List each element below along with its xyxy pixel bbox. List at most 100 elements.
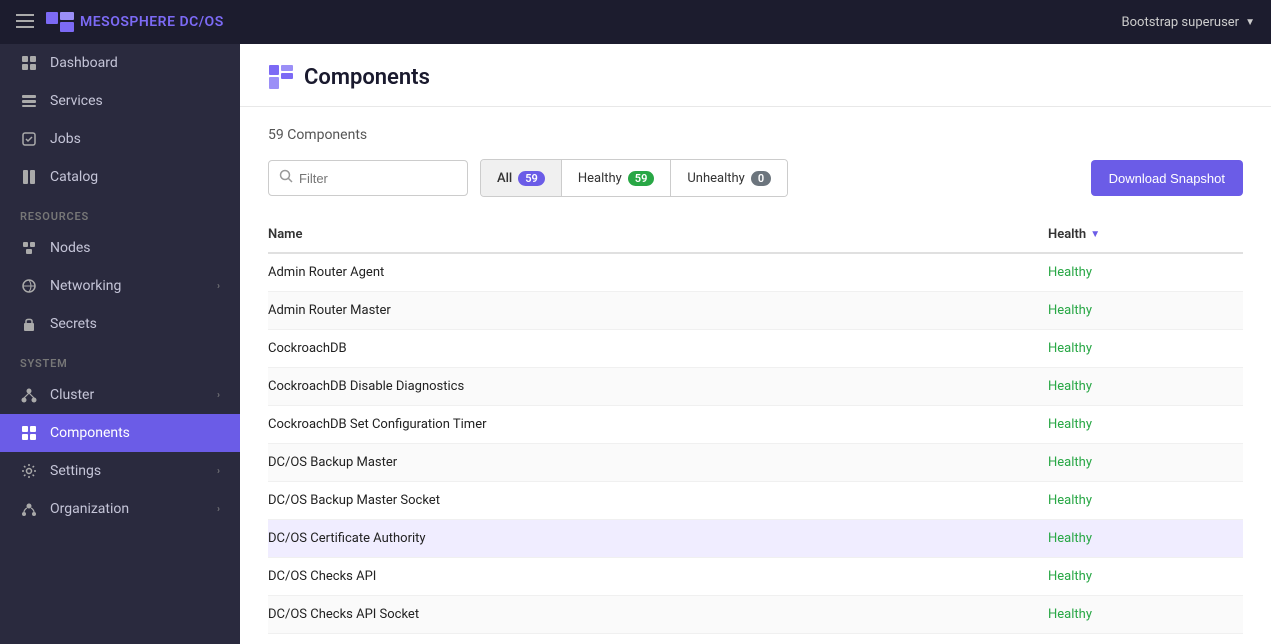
sidebar-item-dashboard[interactable]: Dashboard [0, 44, 240, 82]
component-name: CockroachDB Set Configuration Timer [268, 406, 1048, 444]
component-name: Admin Router Master [268, 292, 1048, 330]
sidebar-item-jobs[interactable]: Jobs [0, 120, 240, 158]
organization-chevron: › [217, 504, 220, 515]
table-row[interactable]: DC/OS Certificate Authority Healthy [268, 520, 1243, 558]
sidebar-item-services[interactable]: Services [0, 82, 240, 120]
filter-tabs: All 59 Healthy 59 Unhealthy 0 [480, 159, 788, 197]
services-icon [20, 92, 38, 110]
page-header: Components [240, 44, 1271, 107]
catalog-icon [20, 168, 38, 186]
table-row[interactable]: DC/OS Checks API Healthy [268, 558, 1243, 596]
settings-label: Settings [50, 463, 101, 479]
settings-icon [20, 462, 38, 480]
component-health: Healthy [1048, 482, 1243, 520]
organization-label: Organization [50, 501, 129, 517]
component-health: Healthy [1048, 634, 1243, 644]
component-health: Healthy [1048, 406, 1243, 444]
networking-label: Networking [50, 278, 121, 294]
organization-icon [20, 500, 38, 518]
table-row[interactable]: DC/OS Backup Master Healthy [268, 444, 1243, 482]
component-name: DC/OS Backup Master Socket [268, 482, 1048, 520]
sidebar-item-organization[interactable]: Organization › [0, 490, 240, 528]
table-row[interactable]: Admin Router Agent Healthy [268, 253, 1243, 292]
tab-healthy-count: 59 [628, 171, 655, 186]
col-header-health[interactable]: Health ▼ [1048, 217, 1243, 253]
component-health: Healthy [1048, 444, 1243, 482]
tab-unhealthy-label: Unhealthy [687, 171, 744, 186]
tab-healthy-label: Healthy [578, 171, 622, 186]
table-row[interactable]: DC/OS Checks API Socket Healthy [268, 596, 1243, 634]
sidebar-item-settings[interactable]: Settings › [0, 452, 240, 490]
layout: Dashboard Services Jobs [0, 44, 1271, 644]
tab-unhealthy-count: 0 [751, 171, 771, 186]
sidebar: Dashboard Services Jobs [0, 44, 240, 644]
content-area: 59 Components All 59 [240, 107, 1271, 644]
component-name: DC/OS Backup Master [268, 444, 1048, 482]
table-body: Admin Router Agent Healthy Admin Router … [268, 253, 1243, 644]
component-name: Admin Router Agent [268, 253, 1048, 292]
table-row[interactable]: CockroachDB Healthy [268, 330, 1243, 368]
cluster-label: Cluster [50, 387, 94, 403]
sidebar-item-cluster[interactable]: Cluster › [0, 376, 240, 414]
tab-all-label: All [497, 171, 512, 186]
table-row[interactable]: DC/OS Checks Timer Healthy [268, 634, 1243, 644]
user-menu-chevron: ▼ [1245, 17, 1255, 28]
table-head: Name Health ▼ [268, 217, 1243, 253]
cluster-chevron: › [217, 390, 220, 401]
col-header-name: Name [268, 217, 1048, 253]
tab-unhealthy[interactable]: Unhealthy 0 [671, 160, 787, 196]
username-label: Bootstrap superuser [1122, 15, 1240, 30]
component-name: DC/OS Checks API Socket [268, 596, 1048, 634]
component-health: Healthy [1048, 520, 1243, 558]
menu-icon[interactable] [16, 12, 34, 33]
nodes-label: Nodes [50, 240, 91, 256]
component-name: DC/OS Checks API [268, 558, 1048, 596]
components-table: Name Health ▼ Admin Router Agent Healthy [268, 217, 1243, 644]
components-icon [20, 424, 38, 442]
dashboard-icon [20, 54, 38, 72]
tab-healthy[interactable]: Healthy 59 [562, 160, 672, 196]
component-health: Healthy [1048, 596, 1243, 634]
component-health: Healthy [1048, 558, 1243, 596]
user-menu[interactable]: Bootstrap superuser ▼ [1122, 15, 1255, 30]
jobs-icon [20, 130, 38, 148]
tab-all-count: 59 [518, 171, 545, 186]
search-box[interactable] [268, 160, 468, 196]
components-page-icon [268, 64, 294, 90]
secrets-icon [20, 315, 38, 333]
catalog-label: Catalog [50, 169, 98, 185]
nodes-icon [20, 239, 38, 257]
sidebar-item-catalog[interactable]: Catalog [0, 158, 240, 196]
system-section-label: System [0, 343, 240, 376]
table-row[interactable]: DC/OS Backup Master Socket Healthy [268, 482, 1243, 520]
jobs-label: Jobs [50, 131, 81, 147]
download-snapshot-button[interactable]: Download Snapshot [1091, 160, 1243, 196]
tab-all[interactable]: All 59 [481, 160, 562, 196]
logo-icon [46, 12, 74, 32]
search-input[interactable] [299, 171, 457, 186]
sidebar-item-nodes[interactable]: Nodes [0, 229, 240, 267]
component-name: DC/OS Certificate Authority [268, 520, 1048, 558]
secrets-label: Secrets [50, 316, 97, 332]
filter-bar: All 59 Healthy 59 Unhealthy 0 Download S… [268, 159, 1243, 197]
search-icon [279, 169, 293, 187]
component-health: Healthy [1048, 368, 1243, 406]
sidebar-item-networking[interactable]: Networking › [0, 267, 240, 305]
services-label: Services [50, 93, 103, 109]
health-sort-icon: ▼ [1090, 229, 1100, 240]
resources-section-label: Resources [0, 196, 240, 229]
sidebar-item-components[interactable]: Components [0, 414, 240, 452]
table-row[interactable]: CockroachDB Disable Diagnostics Healthy [268, 368, 1243, 406]
table-row[interactable]: Admin Router Master Healthy [268, 292, 1243, 330]
table-row[interactable]: CockroachDB Set Configuration Timer Heal… [268, 406, 1243, 444]
main-content: Components 59 Components A [240, 44, 1271, 644]
components-label: Components [50, 425, 130, 441]
networking-chevron: › [217, 281, 220, 292]
sidebar-item-secrets[interactable]: Secrets [0, 305, 240, 343]
settings-chevron: › [217, 466, 220, 477]
networking-icon [20, 277, 38, 295]
topbar-left: MESOSPHERE DC/OS [16, 12, 224, 33]
topbar: MESOSPHERE DC/OS Bootstrap superuser ▼ [0, 0, 1271, 44]
logo: MESOSPHERE DC/OS [46, 12, 224, 32]
page-title: Components [304, 65, 430, 90]
